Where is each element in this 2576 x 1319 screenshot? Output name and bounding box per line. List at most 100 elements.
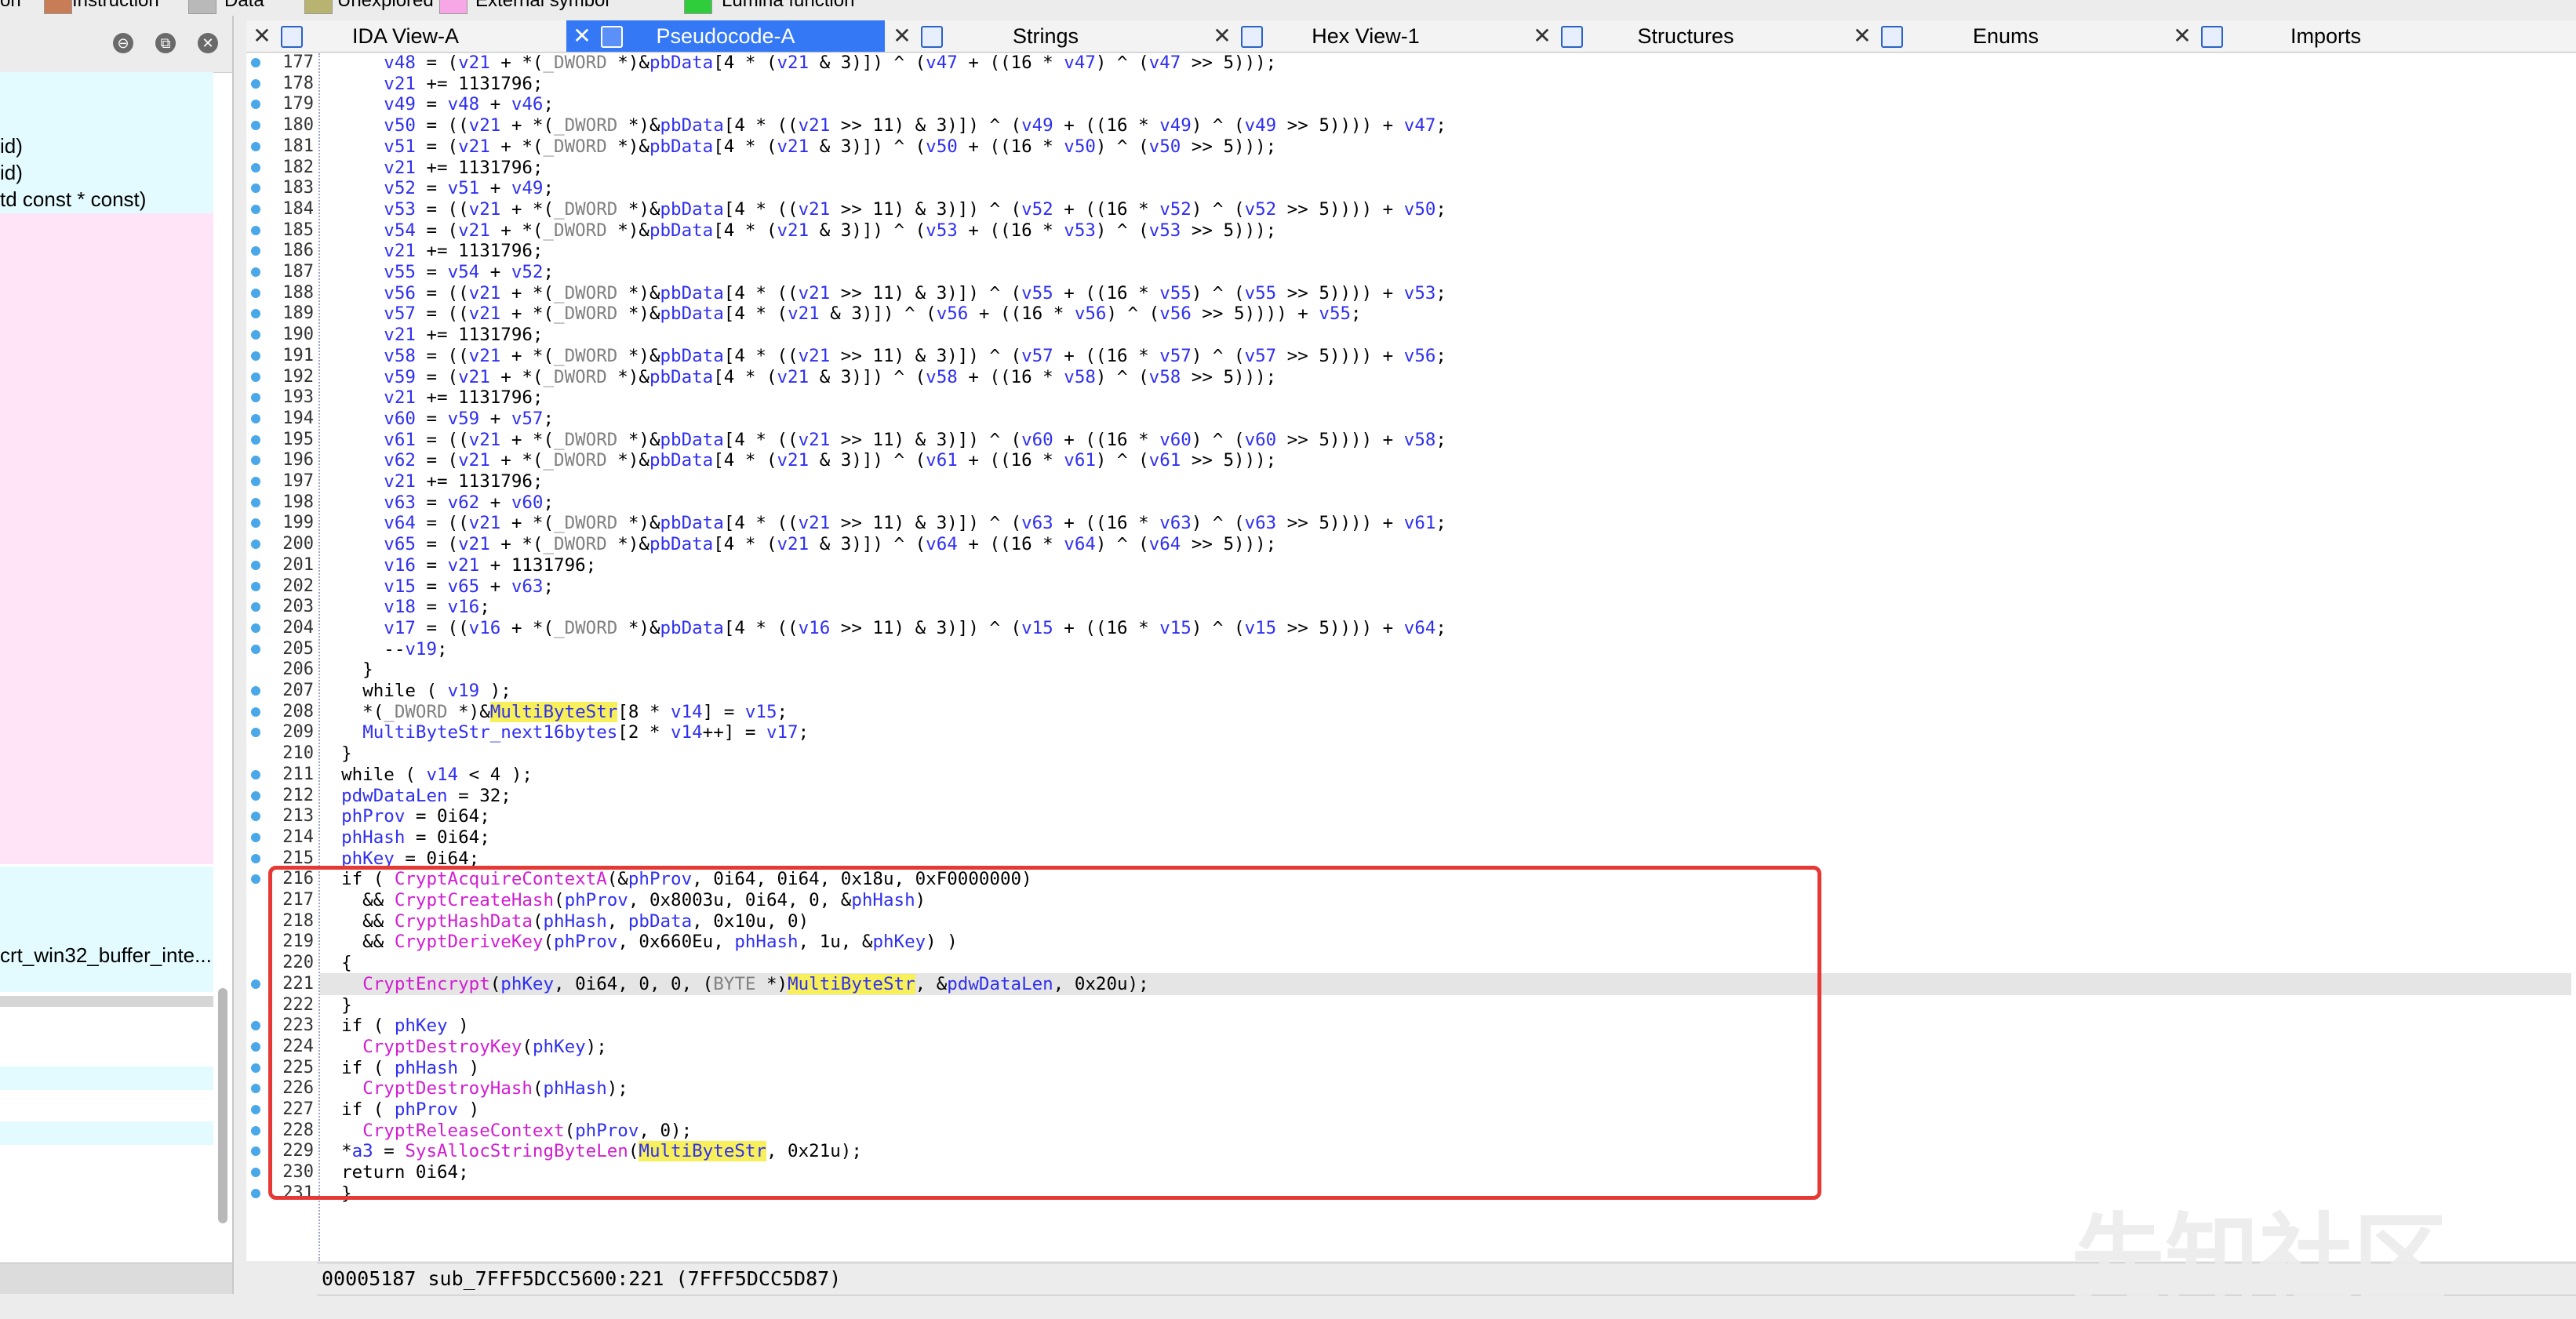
- code-line[interactable]: *(_DWORD *)&MultiByteStr[8 * v14] = v15;: [320, 701, 2571, 723]
- code-line[interactable]: v51 = (v21 + *(_DWORD *)&pbData[4 * (v21…: [320, 136, 2571, 158]
- tab-ida-view-a[interactable]: ✕ IDA View-A: [246, 20, 565, 52]
- code-line[interactable]: v52 = v51 + v49;: [320, 177, 2571, 199]
- code-line[interactable]: v16 = v21 + 1131796;: [320, 554, 2571, 576]
- code-line[interactable]: v48 = (v21 + *(_DWORD *)&pbData[4 * (v21…: [320, 53, 2571, 74]
- breakpoint-dot[interactable]: [251, 163, 260, 173]
- breakpoint-dot[interactable]: [251, 267, 260, 277]
- breakpoint-dot[interactable]: [251, 1168, 260, 1177]
- breakpoint-dot[interactable]: [251, 79, 260, 89]
- code-line[interactable]: v21 += 1131796;: [320, 471, 2571, 492]
- breakpoint-dot[interactable]: [251, 226, 260, 235]
- tab-strings[interactable]: ✕ Strings: [886, 20, 1205, 52]
- code-line[interactable]: v64 = ((v21 + *(_DWORD *)&pbData[4 * ((v…: [320, 512, 2571, 534]
- breakpoint-dot[interactable]: [251, 1189, 260, 1198]
- code-line[interactable]: v59 = (v21 + *(_DWORD *)&pbData[4 * (v21…: [320, 366, 2571, 388]
- code-line[interactable]: v60 = v59 + v57;: [320, 408, 2571, 430]
- code-line[interactable]: v21 += 1131796;: [320, 324, 2571, 346]
- code-line[interactable]: v21 += 1131796;: [320, 387, 2571, 409]
- breakpoint-dot[interactable]: [251, 498, 260, 507]
- tab-enums[interactable]: ✕ Enums: [1846, 20, 2165, 52]
- code-line[interactable]: v21 += 1131796;: [320, 240, 2571, 262]
- breakpoint-dot[interactable]: [251, 686, 260, 696]
- breakpoint-dot[interactable]: [251, 728, 260, 737]
- breakpoint-dot[interactable]: [251, 561, 260, 570]
- tab-imports[interactable]: ✕ Imports: [2167, 20, 2485, 52]
- tab-structures[interactable]: ✕ Structures: [1526, 20, 1845, 52]
- code-line[interactable]: v63 = v62 + v60;: [320, 492, 2571, 514]
- close-icon[interactable]: ✕: [198, 33, 218, 53]
- breakpoint-dot[interactable]: [251, 121, 260, 130]
- breakpoint-dot[interactable]: [251, 414, 260, 423]
- breakpoint-dot[interactable]: [251, 1146, 260, 1156]
- function-list-item[interactable]: crt_win32_buffer_inte...: [0, 941, 213, 969]
- breakpoint-dot[interactable]: [251, 183, 260, 193]
- code-line[interactable]: v17 = ((v16 + *(_DWORD *)&pbData[4 * ((v…: [320, 617, 2571, 639]
- code-line[interactable]: v65 = (v21 + *(_DWORD *)&pbData[4 * (v21…: [320, 533, 2571, 555]
- function-list-item[interactable]: id): [0, 132, 213, 160]
- code-line[interactable]: v55 = v54 + v52;: [320, 261, 2571, 283]
- breakpoint-dot[interactable]: [251, 1105, 260, 1114]
- breakpoint-dot[interactable]: [251, 1126, 260, 1136]
- breakpoint-dot[interactable]: [251, 1042, 260, 1052]
- detach-icon[interactable]: ⧉: [155, 33, 176, 53]
- search-icon[interactable]: ⊖: [113, 33, 133, 53]
- breakpoint-dot[interactable]: [251, 435, 260, 445]
- breakpoint-dot[interactable]: [251, 205, 260, 214]
- code-line[interactable]: v49 = v48 + v46;: [320, 93, 2571, 115]
- breakpoint-dot[interactable]: [251, 854, 260, 863]
- code-line[interactable]: MultiByteStr_next16bytes[2 * v14++] = v1…: [320, 721, 2571, 743]
- code-line[interactable]: pdwDataLen = 32;: [320, 785, 2571, 807]
- function-list-item[interactable]: td const * const): [0, 185, 213, 213]
- breakpoint-dot[interactable]: [251, 351, 260, 361]
- breakpoint-dot[interactable]: [251, 791, 260, 801]
- code-line[interactable]: v61 = ((v21 + *(_DWORD *)&pbData[4 * ((v…: [320, 429, 2571, 451]
- breakpoint-dot[interactable]: [251, 602, 260, 612]
- scrollbar[interactable]: [218, 988, 227, 1223]
- breakpoint-dot[interactable]: [251, 707, 260, 717]
- breakpoint-dot[interactable]: [251, 582, 260, 591]
- tab-hex-view-1[interactable]: ✕ Hex View-1: [1206, 20, 1525, 52]
- code-line[interactable]: phHash = 0i64;: [320, 827, 2571, 848]
- code-line[interactable]: v62 = (v21 + *(_DWORD *)&pbData[4 * (v21…: [320, 449, 2571, 471]
- code-line[interactable]: v56 = ((v21 + *(_DWORD *)&pbData[4 * ((v…: [320, 282, 2571, 304]
- code-line[interactable]: --v19;: [320, 638, 2571, 660]
- code-line[interactable]: }: [320, 743, 2571, 765]
- breakpoint-dot[interactable]: [251, 372, 260, 382]
- code-line[interactable]: v15 = v65 + v63;: [320, 576, 2571, 598]
- breakpoint-dot[interactable]: [251, 477, 260, 486]
- breakpoint-dot[interactable]: [251, 645, 260, 654]
- breakpoint-dot[interactable]: [251, 979, 260, 989]
- code-line[interactable]: v21 += 1131796;: [320, 73, 2571, 95]
- code-line[interactable]: while ( v19 );: [320, 680, 2571, 702]
- breakpoint-dot[interactable]: [251, 309, 260, 318]
- breakpoint-dot[interactable]: [251, 518, 260, 528]
- code-line[interactable]: v58 = ((v21 + *(_DWORD *)&pbData[4 * ((v…: [320, 345, 2571, 367]
- code-line[interactable]: v54 = (v21 + *(_DWORD *)&pbData[4 * (v21…: [320, 220, 2571, 242]
- code-line[interactable]: }: [320, 659, 2571, 681]
- breakpoint-dot[interactable]: [251, 812, 260, 821]
- breakpoint-dot[interactable]: [251, 770, 260, 779]
- breakpoint-dot[interactable]: [251, 1021, 260, 1030]
- breakpoint-dot[interactable]: [251, 1063, 260, 1073]
- code-line[interactable]: v57 = ((v21 + *(_DWORD *)&pbData[4 * (v2…: [320, 303, 2571, 325]
- code-line[interactable]: v50 = ((v21 + *(_DWORD *)&pbData[4 * ((v…: [320, 114, 2571, 136]
- breakpoint-dot[interactable]: [251, 874, 260, 884]
- breakpoint-dot[interactable]: [251, 142, 260, 151]
- breakpoint-dot[interactable]: [251, 330, 260, 340]
- breakpoint-dot[interactable]: [251, 100, 260, 109]
- breakpoint-dot[interactable]: [251, 58, 260, 67]
- breakpoint-dot[interactable]: [251, 456, 260, 465]
- breakpoint-dot[interactable]: [251, 833, 260, 842]
- breakpoint-dot[interactable]: [251, 540, 260, 549]
- tab-pseudocode-a[interactable]: ✕ Pseudocode-A: [566, 20, 885, 52]
- function-list-item[interactable]: id): [0, 158, 213, 187]
- code-line[interactable]: v18 = v16;: [320, 596, 2571, 618]
- functions-panel[interactable]: ⊖ ⧉ ✕ id) id) td const * const) crt_win32_b…: [0, 16, 234, 1294]
- breakpoint-dot[interactable]: [251, 393, 260, 402]
- breakpoint-dot[interactable]: [251, 623, 260, 633]
- breakpoint-dot[interactable]: [251, 246, 260, 256]
- code-line[interactable]: v21 += 1131796;: [320, 157, 2571, 179]
- breakpoint-dot[interactable]: [251, 289, 260, 298]
- code-line[interactable]: while ( v14 < 4 );: [320, 764, 2571, 786]
- breakpoint-dot[interactable]: [251, 1084, 260, 1093]
